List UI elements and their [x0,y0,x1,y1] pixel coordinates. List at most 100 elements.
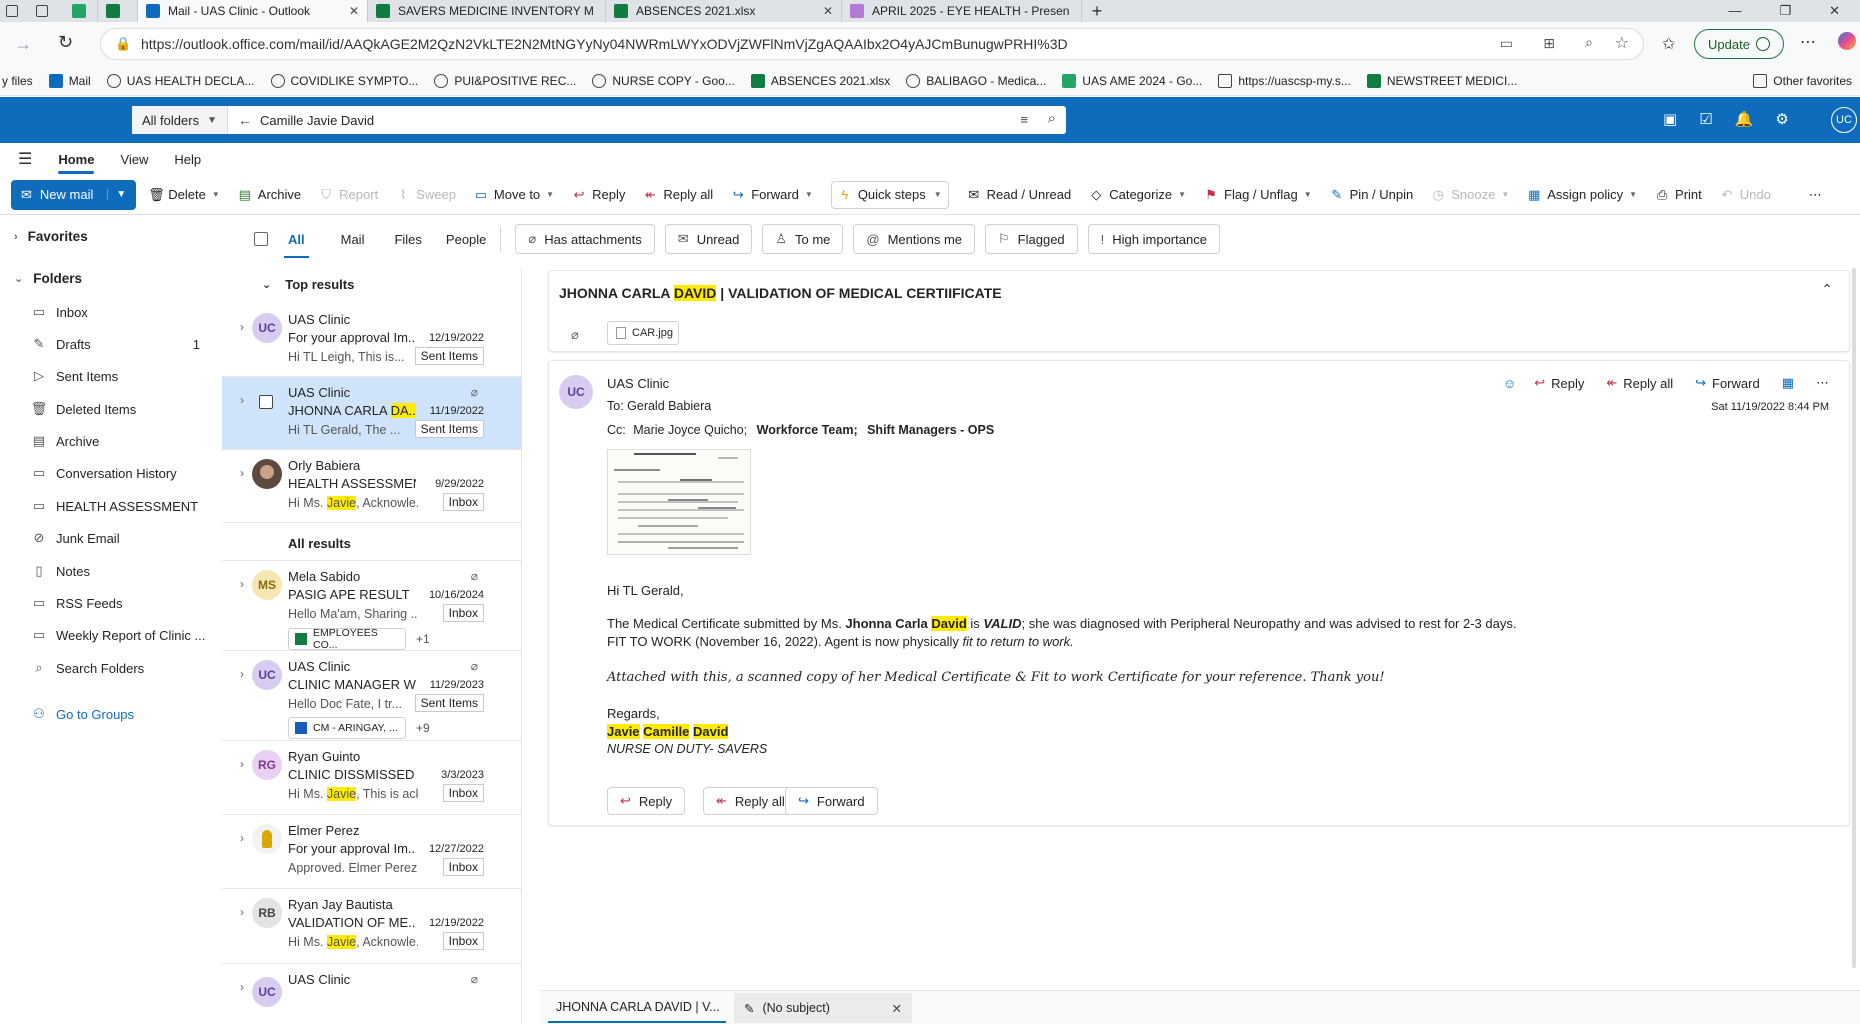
reply-all-button[interactable]: ↞ Reply all [703,787,798,815]
hamburger-icon[interactable]: ☰ [18,149,32,169]
apps-icon[interactable]: ⊞ [1543,35,1555,52]
tab-help[interactable]: Help [174,152,201,167]
close-icon[interactable]: ✕ [892,1001,902,1016]
apps-grid-icon[interactable]: ▦ [1782,375,1794,391]
chip-has-attachments[interactable]: ⌀ Has attachments [515,224,655,254]
update-button[interactable]: Update [1694,29,1784,59]
cc-recipient-group[interactable]: Shift Managers - OPS [867,423,994,437]
nav-item-archive[interactable]: ▤ Archive [30,433,100,449]
bookmark-newstreet[interactable]: NEWSTREET MEDICI... [1366,73,1517,88]
more-options-icon[interactable]: ⋯ [1800,32,1816,52]
attachment-chip[interactable]: CM - ARINGAY, ... [288,717,406,739]
list-item[interactable]: › UC UAS Clinic For your approval Im... … [222,304,521,377]
reply-all-button[interactable]: ↞ Reply all [643,187,713,203]
flag-button[interactable]: ⚑ Flag / Unflag ▼ [1204,187,1311,203]
chevron-down-icon[interactable]: ▼ [107,189,126,200]
nav-item-rss[interactable]: ▭ RSS Feeds [30,595,123,611]
filter-icon[interactable]: ≡ [1020,112,1028,127]
select-all-checkbox[interactable] [254,232,268,246]
close-tab-icon[interactable]: ✕ [339,4,359,18]
tab-home[interactable]: Home [58,152,95,174]
top-results-header[interactable]: ⌄ Top results [262,277,354,292]
bookmark-pui[interactable]: PUI&POSITIVE REC... [434,73,576,88]
favorites-header[interactable]: › Favorites [14,229,88,244]
chevron-right-icon[interactable]: › [240,757,244,771]
pin-button[interactable]: ✎ Pin / Unpin [1330,187,1413,203]
chevron-right-icon[interactable]: › [240,667,244,681]
undo-button[interactable]: ↶ Undo [1720,187,1771,203]
filter-tab-people[interactable]: People [446,232,486,247]
report-button[interactable]: ⛉ Report [319,187,378,203]
bookmark-balibago[interactable]: BALIBAGO - Medica... [906,73,1046,88]
attachment-chip[interactable]: CAR.jpg [607,321,679,345]
sweep-button[interactable]: ⌇ Sweep [396,187,456,203]
bookmark-files[interactable]: y files [2,74,33,88]
nav-item-drafts[interactable]: ✎ Drafts 1 [30,336,200,352]
browser-tab-absences[interactable]: ABSENCES 2021.xlsx ✕ [606,0,842,22]
filter-tab-all[interactable]: All [284,232,309,258]
minimize-icon[interactable]: — [1728,3,1741,19]
select-checkbox[interactable] [259,395,273,409]
attachment-chip[interactable]: EMPLOYEES CO... [288,627,406,651]
filter-tab-files[interactable]: Files [394,232,421,247]
categorize-button[interactable]: ◇ Categorize ▼ [1089,187,1186,203]
restore-icon[interactable]: ❐ [1779,3,1791,19]
copilot-icon[interactable] [1838,32,1856,50]
snooze-button[interactable]: ◷ Snooze ▼ [1431,187,1510,203]
list-item[interactable]: › UC UAS Clinic ⌀ [222,964,521,1024]
nav-item-search-folders[interactable]: ⌕ Search Folders [30,660,144,676]
delete-button[interactable]: 🗑 Delete ▼ [148,187,220,203]
pinned-tab-excel[interactable] [98,0,138,22]
close-window-icon[interactable]: ✕ [1829,3,1840,19]
chevron-right-icon[interactable]: › [240,320,244,334]
read-unread-button[interactable]: ✉ Read / Unread [967,187,1071,203]
nav-item-deleted[interactable]: 🗑 Deleted Items [30,401,136,417]
list-item[interactable]: › RB Ryan Jay Bautista VALIDATION OF ME.… [222,889,521,964]
cc-recipient-group[interactable]: Workforce Team; [757,423,858,437]
folders-header[interactable]: ⌄ Folders [14,271,82,286]
browser-tab-eye-health[interactable]: APRIL 2025 - EYE HEALTH - Presen ✕ [842,0,1082,22]
list-item[interactable]: › Elmer Perez For your approval Im... 12… [222,815,521,889]
back-arrow-icon[interactable]: → [14,34,32,55]
bookmark-uas-ame[interactable]: UAS AME 2024 - Go... [1062,73,1202,88]
url-field[interactable]: 🔒 https://outlook.office.com/mail/id/AAQ… [100,28,1644,60]
nav-item-inbox[interactable]: ▭ Inbox [30,304,88,320]
reply-all-action[interactable]: Reply all [1623,376,1673,391]
reply-button[interactable]: ↩ Reply [607,787,686,815]
avatar[interactable]: UC [1831,107,1857,133]
quick-steps-button[interactable]: ϟ Quick steps ▼ [830,180,949,209]
gear-icon[interactable]: ⚙ [1775,110,1788,128]
open-item-tab-draft[interactable]: ✎ (No subject) ✕ [734,993,912,1023]
tab-view[interactable]: View [120,152,148,167]
move-to-button[interactable]: ▭ Move to ▼ [474,187,554,203]
collapse-icon[interactable]: ⌃ [1821,281,1833,298]
go-to-groups-link[interactable]: ⚇ Go to Groups [30,706,134,722]
favorites-icon[interactable]: ✩ [1662,34,1675,54]
forward-action[interactable]: Forward [1712,376,1760,391]
list-item-selected[interactable]: › UAS Clinic ⌀ JHONNA CARLA DA... 11/19/… [222,377,521,450]
tab-list-icon[interactable] [36,5,48,17]
close-tab-icon[interactable]: ✕ [594,4,605,18]
from-name[interactable]: UAS Clinic [607,376,669,391]
more-icon[interactable]: ⋯ [1816,375,1829,391]
favorite-star-icon[interactable]: ☆ [1615,33,1629,53]
chip-mentions-me[interactable]: @ Mentions me [853,224,976,254]
filter-tab-mail[interactable]: Mail [341,232,365,247]
archive-button[interactable]: ▤ Archive [238,187,302,203]
chevron-right-icon[interactable]: › [240,831,244,845]
back-arrow-icon[interactable]: ← [238,112,252,128]
search-scope-dropdown[interactable]: All folders ▼ [132,106,228,134]
forward-button[interactable]: ↪ Forward [785,787,878,815]
bookmark-mail[interactable]: Mail [48,73,91,88]
zoom-icon[interactable]: ⌕ [1585,34,1593,51]
close-tab-icon[interactable]: ✕ [813,4,833,18]
bookmark-covidlike[interactable]: COVIDLIKE SYMPTO... [270,73,418,88]
open-item-tab-email[interactable]: JHONNA CARLA DAVID | V... [548,993,726,1023]
list-item[interactable]: › UC UAS Clinic ⌀ CLINIC MANAGER W... 11… [222,651,521,741]
nav-item-sent[interactable]: ▷ Sent Items [30,368,118,384]
list-item[interactable]: › Orly Babiera HEALTH ASSESSMEN... 9/29/… [222,450,521,523]
search-input[interactable]: Camille Javie David [260,113,374,128]
chip-unread[interactable]: ✉ Unread [664,224,753,254]
nav-item-health-assessment[interactable]: ▭ HEALTH ASSESSMENT [30,498,198,514]
chip-high-importance[interactable]: ! High importance [1087,224,1220,254]
